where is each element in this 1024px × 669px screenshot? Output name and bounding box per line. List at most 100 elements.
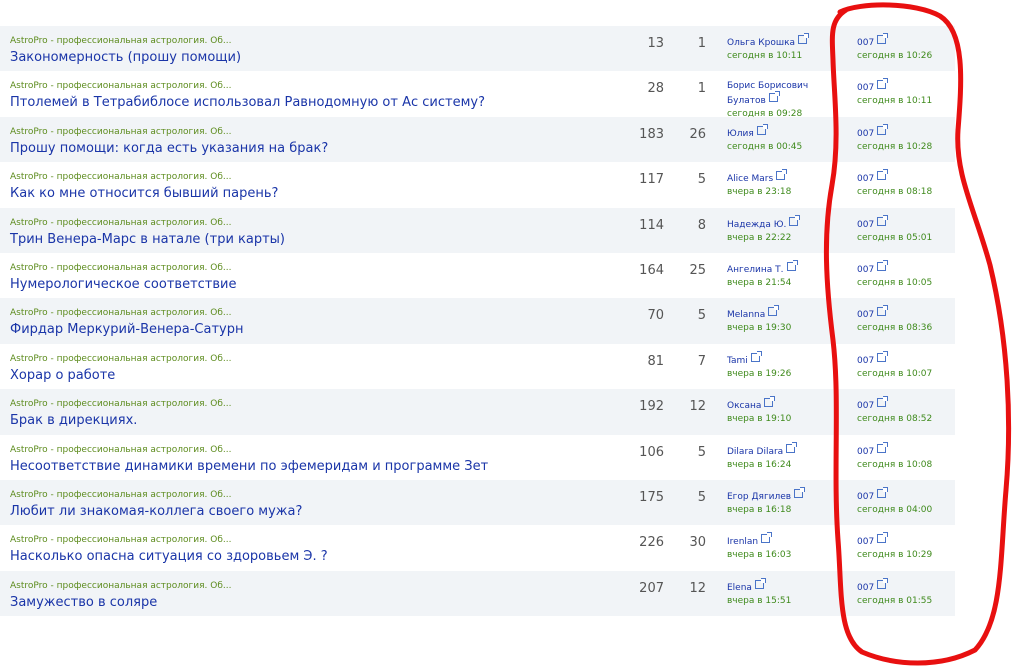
last-post-time: сегодня в 10:29 (857, 550, 933, 561)
external-link-icon[interactable] (798, 33, 810, 44)
external-link-icon[interactable] (877, 532, 889, 544)
external-link-icon[interactable] (768, 91, 780, 103)
topic-author: Irenlan вчера в 16:03 (727, 532, 827, 562)
external-link-icon[interactable] (877, 305, 889, 317)
last-poster-link[interactable]: 007 (857, 265, 874, 275)
last-post: 007 сегодня в 10:07 (857, 350, 952, 381)
table-row: AstroPro - профессиональная астрология. … (0, 252, 955, 299)
external-link-icon[interactable] (786, 259, 798, 271)
topic-title-link[interactable]: Трин Венера-Марс в натале (три карты) (10, 232, 285, 247)
table-row: AstroPro - профессиональная астрология. … (0, 389, 955, 435)
topic-title-link[interactable]: Закономерность (прошу помощи) (10, 50, 241, 65)
author-link[interactable]: Юлия (727, 129, 754, 139)
last-post: 007 сегодня в 10:11 (857, 78, 952, 108)
external-link-icon[interactable] (877, 33, 889, 44)
topic-title-link[interactable]: Нумерологическое соответствие (10, 277, 236, 292)
author-link[interactable]: Dilara Dilara (727, 447, 783, 457)
author-link[interactable]: Надежда Ю. (727, 220, 786, 230)
external-link-icon[interactable] (786, 441, 798, 453)
external-link-icon[interactable] (877, 577, 889, 589)
last-post-time: сегодня в 04:00 (857, 504, 933, 515)
external-link-icon[interactable] (756, 123, 768, 135)
forum-link[interactable]: AstroPro - профессиональная астрология. … (10, 172, 231, 182)
external-link-icon[interactable] (877, 123, 889, 135)
forum-link[interactable]: AstroPro - профессиональная астрология. … (10, 490, 231, 500)
external-link-icon[interactable] (789, 214, 801, 226)
forum-link[interactable]: AstroPro - профессиональная астрология. … (10, 535, 231, 545)
last-poster-link[interactable]: 007 (857, 492, 874, 502)
author-link[interactable]: Tami (727, 356, 748, 366)
topic-title-link[interactable]: Насколько опасна ситуация со здоровьем Э… (10, 549, 328, 564)
last-poster-link[interactable]: 007 (857, 220, 874, 230)
external-link-icon[interactable] (877, 396, 889, 408)
last-poster-link[interactable]: 007 (857, 583, 874, 593)
topic-title-link[interactable]: Фирдар Меркурий-Венера-Сатурн (10, 322, 243, 337)
last-poster-link[interactable]: 007 (857, 38, 874, 48)
forum-link[interactable]: AstroPro - профессиональная астрология. … (10, 308, 231, 318)
topic-author: Melanna вчера в 19:30 (727, 305, 827, 335)
last-post: 007 сегодня в 08:36 (857, 305, 952, 335)
author-link[interactable]: Борис Борисович Булатов (727, 81, 808, 106)
topic-author: Ангелина Т. вчера в 21:54 (727, 259, 827, 290)
author-time: вчера в 19:10 (727, 414, 792, 425)
external-link-icon[interactable] (877, 259, 889, 271)
last-post: 007 сегодня в 08:18 (857, 169, 952, 199)
author-link[interactable]: Melanna (727, 310, 765, 320)
topic-author: Alice Mars вчера в 23:18 (727, 169, 827, 199)
last-poster-link[interactable]: 007 (857, 401, 874, 411)
author-link[interactable]: Ольга Крошка (727, 38, 795, 48)
external-link-icon[interactable] (754, 577, 766, 589)
replies-count: 1 (697, 36, 706, 51)
external-link-icon[interactable] (877, 486, 889, 498)
forum-link[interactable]: AstroPro - профессиональная астрология. … (10, 445, 231, 455)
author-time: вчера в 16:03 (727, 550, 792, 561)
last-post: 007 сегодня в 05:01 (857, 214, 952, 245)
last-poster-link[interactable]: 007 (857, 447, 874, 457)
author-link[interactable]: Ангелина Т. (727, 265, 784, 275)
last-post-time: сегодня в 05:01 (857, 232, 933, 243)
last-post: 007 сегодня в 10:29 (857, 532, 952, 562)
replies-count: 25 (689, 262, 706, 278)
forum-link[interactable]: AstroPro - профессиональная астрология. … (10, 399, 231, 409)
last-poster-link[interactable]: 007 (857, 83, 874, 93)
last-poster-link[interactable]: 007 (857, 356, 874, 366)
author-link[interactable]: Егор Дягилев (727, 492, 791, 502)
last-poster-link[interactable]: 007 (857, 174, 874, 184)
forum-link[interactable]: AstroPro - профессиональная астрология. … (10, 263, 231, 273)
forum-link[interactable]: AstroPro - профессиональная астрология. … (10, 581, 231, 591)
author-link[interactable]: Elena (727, 583, 752, 593)
external-link-icon[interactable] (776, 169, 788, 181)
last-poster-link[interactable]: 007 (857, 310, 874, 320)
author-link[interactable]: Alice Mars (727, 174, 773, 184)
views-count: 164 (639, 262, 664, 278)
external-link-icon[interactable] (794, 486, 806, 498)
external-link-icon[interactable] (877, 441, 889, 453)
last-poster-link[interactable]: 007 (857, 129, 874, 139)
forum-link[interactable]: AstroPro - профессиональная астрология. … (10, 354, 231, 364)
views-count: 28 (647, 81, 664, 97)
topic-title-link[interactable]: Любит ли знакомая-коллега своего мужа? (10, 504, 302, 519)
forum-link[interactable]: AstroPro - профессиональная астрология. … (10, 127, 231, 137)
external-link-icon[interactable] (761, 532, 773, 544)
external-link-icon[interactable] (768, 305, 780, 317)
views-count: 114 (639, 217, 664, 233)
forum-link[interactable]: AstroPro - профессиональная астрология. … (10, 81, 231, 91)
forum-link[interactable]: AstroPro - профессиональная астрология. … (10, 218, 231, 228)
author-link[interactable]: Оксана (727, 401, 761, 411)
external-link-icon[interactable] (877, 78, 889, 90)
forum-link[interactable]: AstroPro - профессиональная астрология. … (10, 36, 231, 46)
topic-title-link[interactable]: Птолемей в Тетрабиблосе использовал Равн… (10, 95, 485, 110)
topic-title-link[interactable]: Как ко мне относится бывший парень? (10, 186, 278, 201)
external-link-icon[interactable] (877, 214, 889, 226)
external-link-icon[interactable] (750, 350, 762, 362)
topic-title-link[interactable]: Несоответствие динамики времени по эфеме… (10, 459, 488, 474)
external-link-icon[interactable] (764, 396, 776, 408)
topic-title-link[interactable]: Замужество в соляре (10, 595, 157, 610)
external-link-icon[interactable] (877, 350, 889, 362)
last-poster-link[interactable]: 007 (857, 537, 874, 547)
author-link[interactable]: Irenlan (727, 537, 758, 547)
external-link-icon[interactable] (877, 169, 889, 181)
topic-title-link[interactable]: Хорар о работе (10, 368, 115, 383)
topic-title-link[interactable]: Брак в дирекциях. (10, 413, 137, 428)
topic-title-link[interactable]: Прошу помощи: когда есть указания на бра… (10, 141, 328, 156)
